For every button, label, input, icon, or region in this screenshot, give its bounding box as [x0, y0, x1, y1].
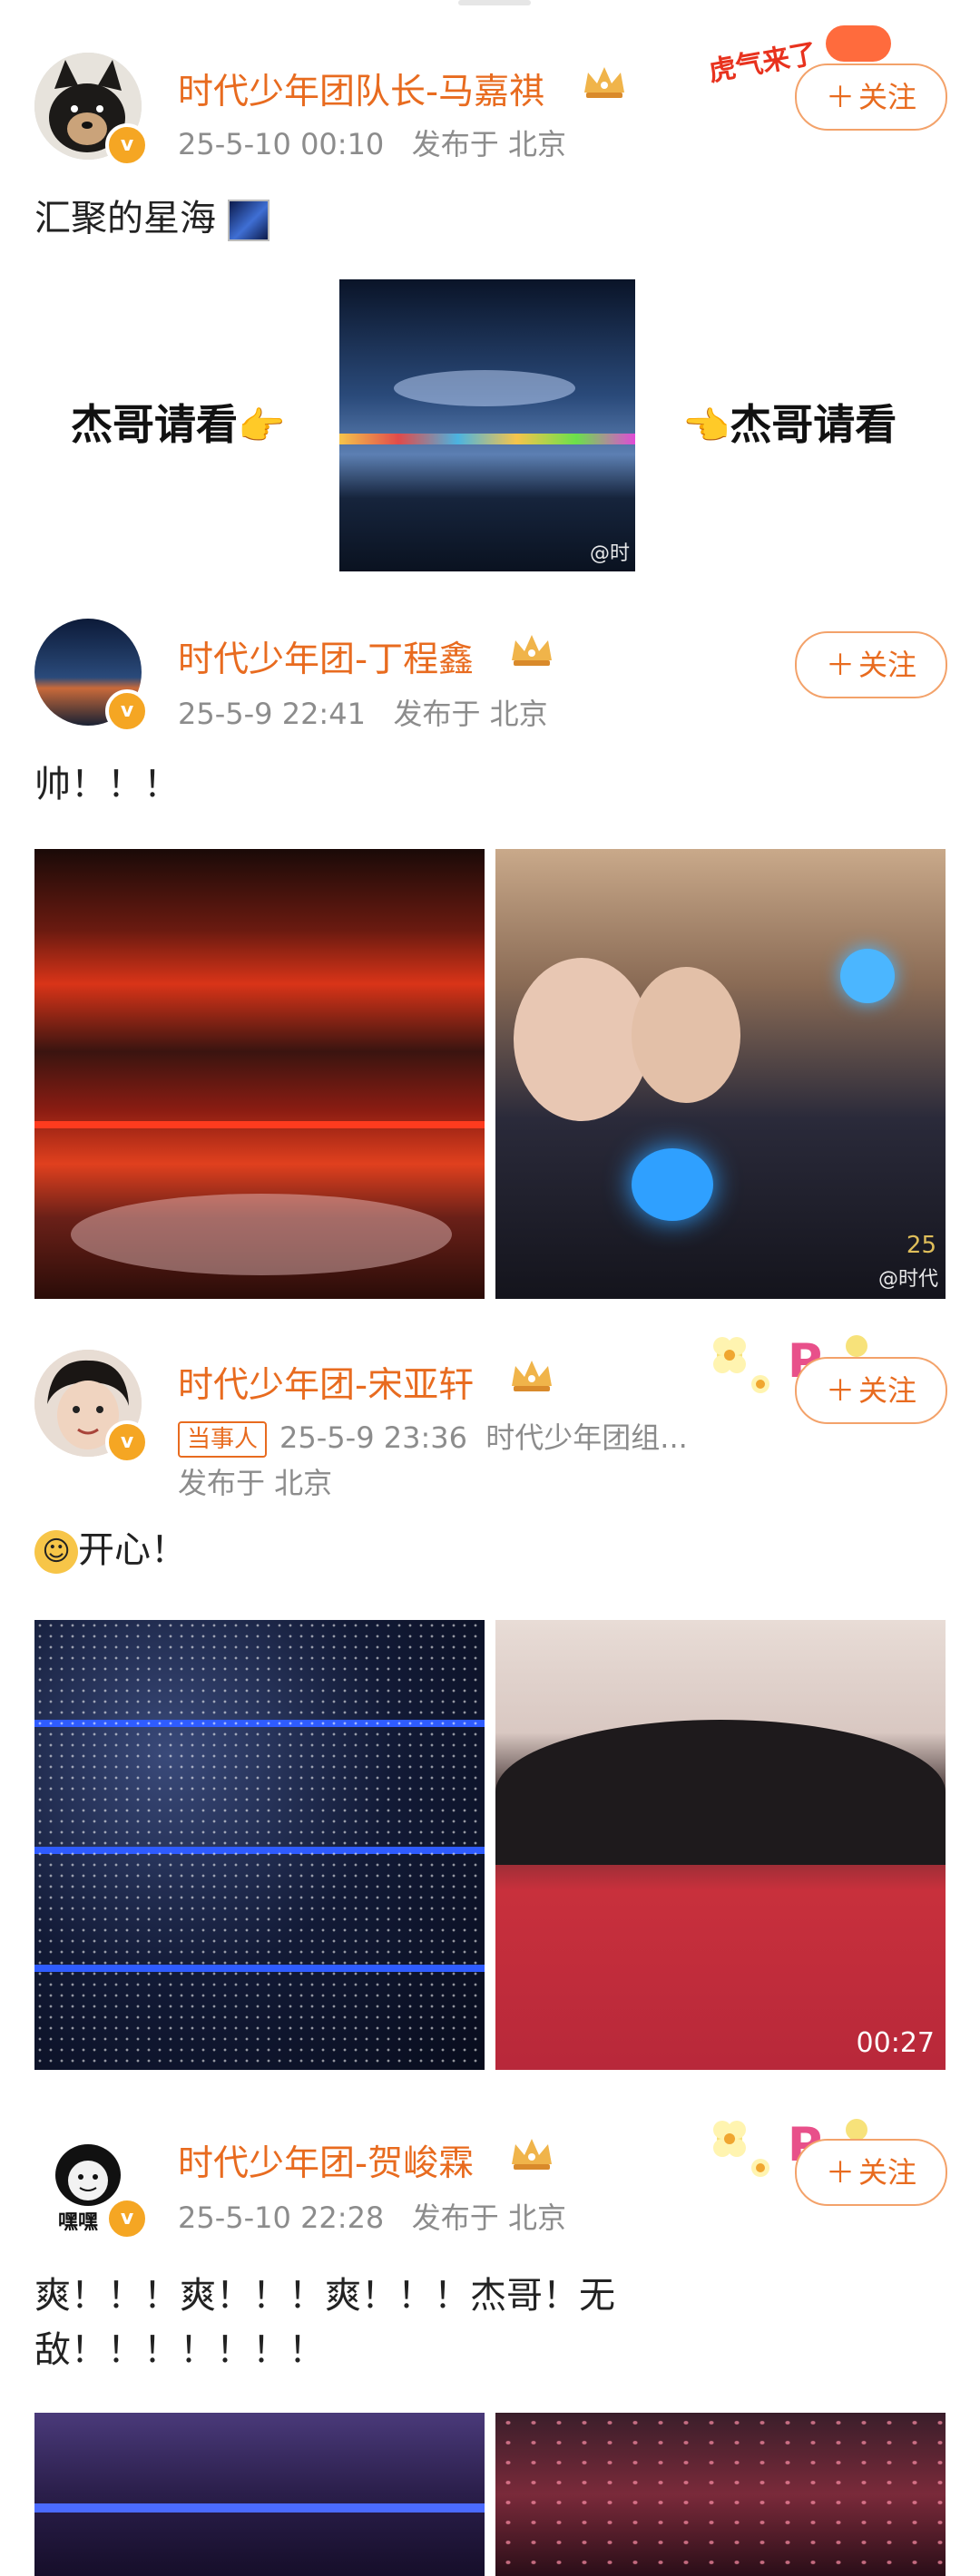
person-face-2	[632, 967, 740, 1103]
left-caption: 杰哥请看👉	[71, 392, 285, 452]
blue-light-strip	[34, 2503, 485, 2513]
person-face-1	[514, 958, 650, 1121]
post-text-content: 汇聚的星海	[34, 198, 216, 239]
right-caption: 👈杰哥请看	[682, 392, 897, 452]
post-location: 发布于 北京	[411, 127, 566, 161]
crown-icon	[512, 635, 552, 666]
post-hejunlin: 嘿嘿 v 时代少年团-贺峻霖 25-5-10 22:28 发布于 北京 P ＋关…	[0, 2077, 980, 2576]
post-meta: 25-5-10 22:28 发布于 北京	[178, 2195, 566, 2237]
smoke	[71, 1194, 452, 1275]
verified-badge-icon: v	[105, 689, 149, 733]
post-text-line-1: 爽！！！爽！！！爽！！！杰哥！无	[34, 2275, 615, 2317]
author-name[interactable]: 时代少年团-宋亚轩	[178, 1357, 474, 1408]
left-caption-text: 杰哥请看	[71, 400, 238, 449]
crowd-lights-dots	[34, 1620, 485, 2070]
crown-icon	[512, 2139, 552, 2170]
stage-lights	[339, 434, 635, 444]
verified-badge-icon: v	[105, 1420, 149, 1464]
stage-glow	[394, 370, 575, 406]
post-location: 发布于 北京	[393, 697, 548, 731]
video-duration: 00:27	[856, 2027, 935, 2059]
follow-button[interactable]: ＋关注	[795, 2139, 947, 2206]
post-location: 发布于 北京	[411, 2200, 566, 2235]
post-image-stadium-purple[interactable]	[34, 2413, 485, 2576]
crown-icon	[512, 1361, 552, 1391]
post-majiaqi: v 时代少年团队长-马嘉祺 25-5-10 00:10 发布于 北京 虎气来了 …	[0, 0, 980, 581]
post-dingchengxin: v 时代少年团-丁程鑫 25-5-9 22:41 发布于 北京 ＋关注 帅！！！…	[0, 581, 980, 1306]
post-meta: 25-5-9 22:41 发布于 北京	[178, 691, 548, 733]
image-number: 25	[906, 1232, 936, 1259]
post-text: 汇聚的星海	[34, 189, 270, 241]
post-time: 25-5-9 23:36	[279, 1420, 467, 1455]
red-light-strip	[34, 1121, 485, 1128]
crown-icon	[584, 67, 624, 98]
pointing-right-hand-icon: 👉	[238, 404, 286, 448]
post-time: 25-5-9 22:41	[178, 697, 366, 731]
post-text: ☺ 开心！	[34, 1520, 187, 1574]
post-source[interactable]: 时代少年团组...	[485, 1420, 688, 1455]
flame-shape	[826, 25, 891, 62]
post-text-content: 开心！	[78, 1529, 187, 1571]
post-image-crowd-lights[interactable]	[34, 1620, 485, 2070]
plus-icon: ＋	[825, 80, 855, 114]
author-name[interactable]: 时代少年团队长-马嘉祺	[178, 63, 544, 114]
party-face-emoji-icon: ☺	[34, 1530, 78, 1574]
image-watermark: @时	[589, 542, 630, 565]
follow-label: 关注	[858, 80, 917, 114]
verified-badge-icon: v	[105, 2197, 149, 2240]
plus-icon: ＋	[825, 2155, 855, 2190]
verified-badge-icon: v	[105, 123, 149, 167]
post-image-red-stadium[interactable]	[34, 849, 485, 1299]
follow-label: 关注	[858, 1373, 917, 1408]
pointing-left-hand-icon: 👈	[682, 404, 730, 448]
post-time: 25-5-10 22:28	[178, 2200, 385, 2235]
post-meta: 25-5-10 00:10 发布于 北京	[178, 122, 566, 163]
post-video-selfie[interactable]: 00:27	[495, 1620, 946, 2070]
post-location: 发布于 北京	[178, 1466, 333, 1500]
avatar-caption: 嘿嘿	[58, 2211, 99, 2234]
confetti-dots	[495, 2413, 946, 2576]
role-badge: 当事人	[178, 1421, 268, 1458]
follow-button[interactable]: ＋关注	[795, 63, 947, 131]
post-image-selfie[interactable]: 25 @时代	[495, 849, 946, 1299]
post-time: 25-5-10 00:10	[178, 127, 385, 161]
author-name[interactable]: 时代少年团-贺峻霖	[178, 2135, 474, 2186]
follow-button[interactable]: ＋关注	[795, 631, 947, 698]
post-text: 帅！！！	[34, 764, 180, 805]
author-name[interactable]: 时代少年团-丁程鑫	[178, 631, 474, 682]
post-text-line-2: 敌！！！！！！！	[34, 2329, 325, 2371]
post-songyaxuan: v 时代少年团-宋亚轩 当事人 25-5-9 23:36 时代少年团组... 发布…	[0, 1306, 980, 2077]
right-caption-text: 杰哥请看	[730, 400, 897, 449]
post-image-stadium[interactable]: @时	[339, 279, 635, 571]
image-watermark: @时代	[877, 1268, 938, 1291]
plus-icon: ＋	[825, 648, 855, 682]
follow-button[interactable]: ＋关注	[795, 1357, 947, 1424]
follow-label: 关注	[858, 2155, 917, 2190]
plus-icon: ＋	[825, 1373, 855, 1408]
lightstick-glow	[632, 1148, 713, 1221]
post-image-confetti[interactable]	[495, 2413, 946, 2576]
galaxy-emoji-icon	[227, 200, 270, 241]
post-meta: 当事人 25-5-9 23:36 时代少年团组...	[178, 1415, 688, 1458]
lightstick-glow-2	[840, 949, 895, 1003]
cap	[495, 1720, 946, 1865]
follow-label: 关注	[858, 648, 917, 682]
